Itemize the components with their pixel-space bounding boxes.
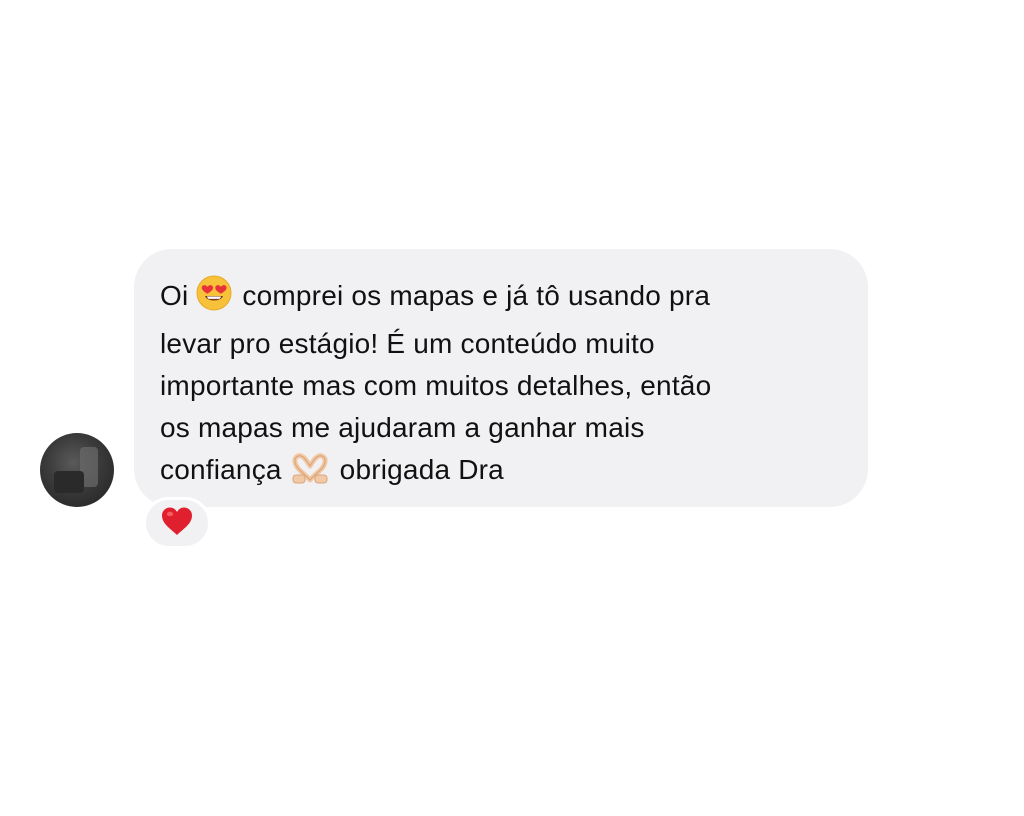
red-heart-icon	[160, 506, 194, 541]
message-line: Oi comprei os mapas e já tô usando pra	[160, 275, 838, 323]
avatar[interactable]	[40, 433, 114, 507]
heart-hands-emoji-icon	[290, 453, 330, 497]
message-text: confiança	[160, 454, 282, 485]
message-line: confiança obrigada Dra	[160, 449, 838, 497]
message-line: importante mas com muitos detalhes, entã…	[160, 370, 712, 401]
message-line: os mapas me ajudaram a ganhar mais	[160, 412, 645, 443]
avatar-photo-detail	[54, 471, 84, 493]
message-text: comprei os mapas e já tô usando pra	[242, 280, 711, 311]
heart-eyes-emoji-icon	[196, 275, 232, 323]
message-line: levar pro estágio! É um conteúdo muito	[160, 328, 655, 359]
reaction-badge[interactable]	[143, 497, 211, 549]
message-bubble[interactable]: Oi comprei os mapas e já tô usando pra l…	[134, 249, 868, 507]
message-text: obrigada Dra	[339, 454, 504, 485]
message-text: Oi	[160, 280, 189, 311]
